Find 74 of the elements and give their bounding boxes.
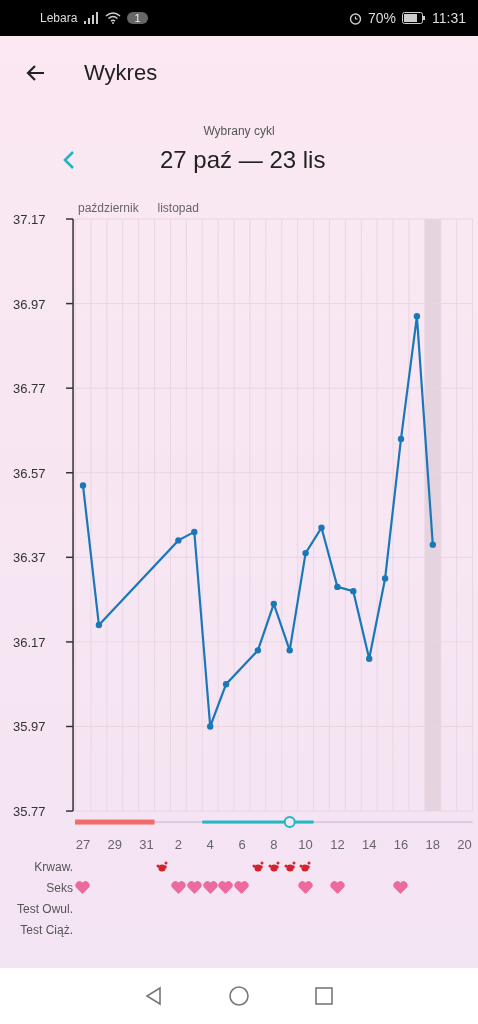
cycle-range: 27 paź — 23 lis [160, 146, 326, 174]
month-label: listopad [157, 201, 199, 215]
data-point [429, 541, 436, 548]
x-tick-label: 27 [75, 837, 91, 853]
carrier-name: Lebara [40, 11, 78, 25]
notification-badge: 1 [127, 12, 148, 24]
y-tick-label: 35.77 [13, 804, 46, 820]
data-point [79, 482, 87, 489]
y-tick-label: 35.97 [13, 719, 46, 735]
signal-icon [83, 12, 100, 24]
data-point [95, 621, 103, 629]
data-point [381, 575, 389, 582]
heart-icon [75, 881, 91, 894]
y-tick-label: 37.17 [13, 212, 46, 227]
data-point [286, 647, 293, 654]
data-point [334, 583, 341, 591]
x-tick-label: 31 [139, 837, 154, 853]
x-tick-label: 20 [457, 837, 472, 853]
data-point [207, 723, 214, 730]
y-tick-label: 36.37 [13, 550, 46, 566]
blood-drops-icon [283, 861, 296, 872]
y-tick-label: 36.97 [13, 296, 46, 312]
x-tick-label: 8 [270, 837, 278, 853]
data-point [254, 647, 262, 654]
heart-icon [329, 881, 345, 894]
battery-percent: 70% [367, 10, 396, 26]
data-point [270, 600, 277, 608]
screen-title: Wykres [84, 60, 158, 86]
x-tick-label: 18 [425, 837, 441, 853]
x-tick-label: 16 [393, 837, 409, 853]
data-point [175, 537, 182, 544]
marker-row-label: Test Ciąż. [20, 922, 74, 937]
cycle-caption: Wybrany cykl [203, 124, 275, 138]
x-tick-label: 14 [361, 837, 377, 853]
battery-icon [402, 12, 426, 24]
ovulation-marker [283, 816, 296, 829]
x-tick-label: 10 [298, 837, 313, 853]
blood-drops-icon [251, 861, 264, 872]
heart-icon [170, 881, 186, 894]
heart-icon [393, 881, 409, 894]
wifi-icon [105, 12, 122, 24]
marker-row-label: Seks [46, 880, 74, 895]
x-tick-label: 29 [107, 837, 123, 853]
alarm-icon [348, 11, 362, 25]
month-label: październik [78, 201, 139, 215]
blood-drops-icon [267, 861, 280, 872]
heart-icon [297, 881, 313, 894]
heart-icon [234, 881, 250, 894]
data-point [397, 435, 405, 443]
recents-nav-button[interactable] [314, 986, 334, 1006]
x-tick-label: 12 [330, 837, 345, 853]
marker-row-label: Test Owul. [17, 901, 74, 916]
x-tick-label: 2 [174, 837, 182, 853]
home-nav-button[interactable] [228, 985, 250, 1007]
data-point [191, 528, 198, 536]
data-point [350, 587, 357, 595]
data-point [413, 313, 421, 320]
blood-drops-icon [156, 861, 169, 872]
clock: 11:31 [432, 10, 466, 26]
x-tick-label: 4 [206, 837, 214, 853]
heart-icon [218, 881, 234, 894]
y-tick-label: 36.77 [13, 381, 46, 397]
heart-icon [186, 881, 202, 894]
data-point [366, 655, 373, 662]
y-tick-label: 36.17 [13, 634, 46, 650]
heart-icon [202, 881, 218, 894]
x-tick-label: 6 [238, 837, 246, 853]
marker-row-label: Krwaw. [34, 859, 74, 874]
blood-drops-icon [299, 861, 312, 872]
back-nav-button[interactable] [144, 986, 164, 1006]
data-point [302, 549, 309, 557]
data-point [222, 681, 230, 688]
y-tick-label: 36.57 [13, 465, 46, 481]
data-point [318, 524, 325, 531]
